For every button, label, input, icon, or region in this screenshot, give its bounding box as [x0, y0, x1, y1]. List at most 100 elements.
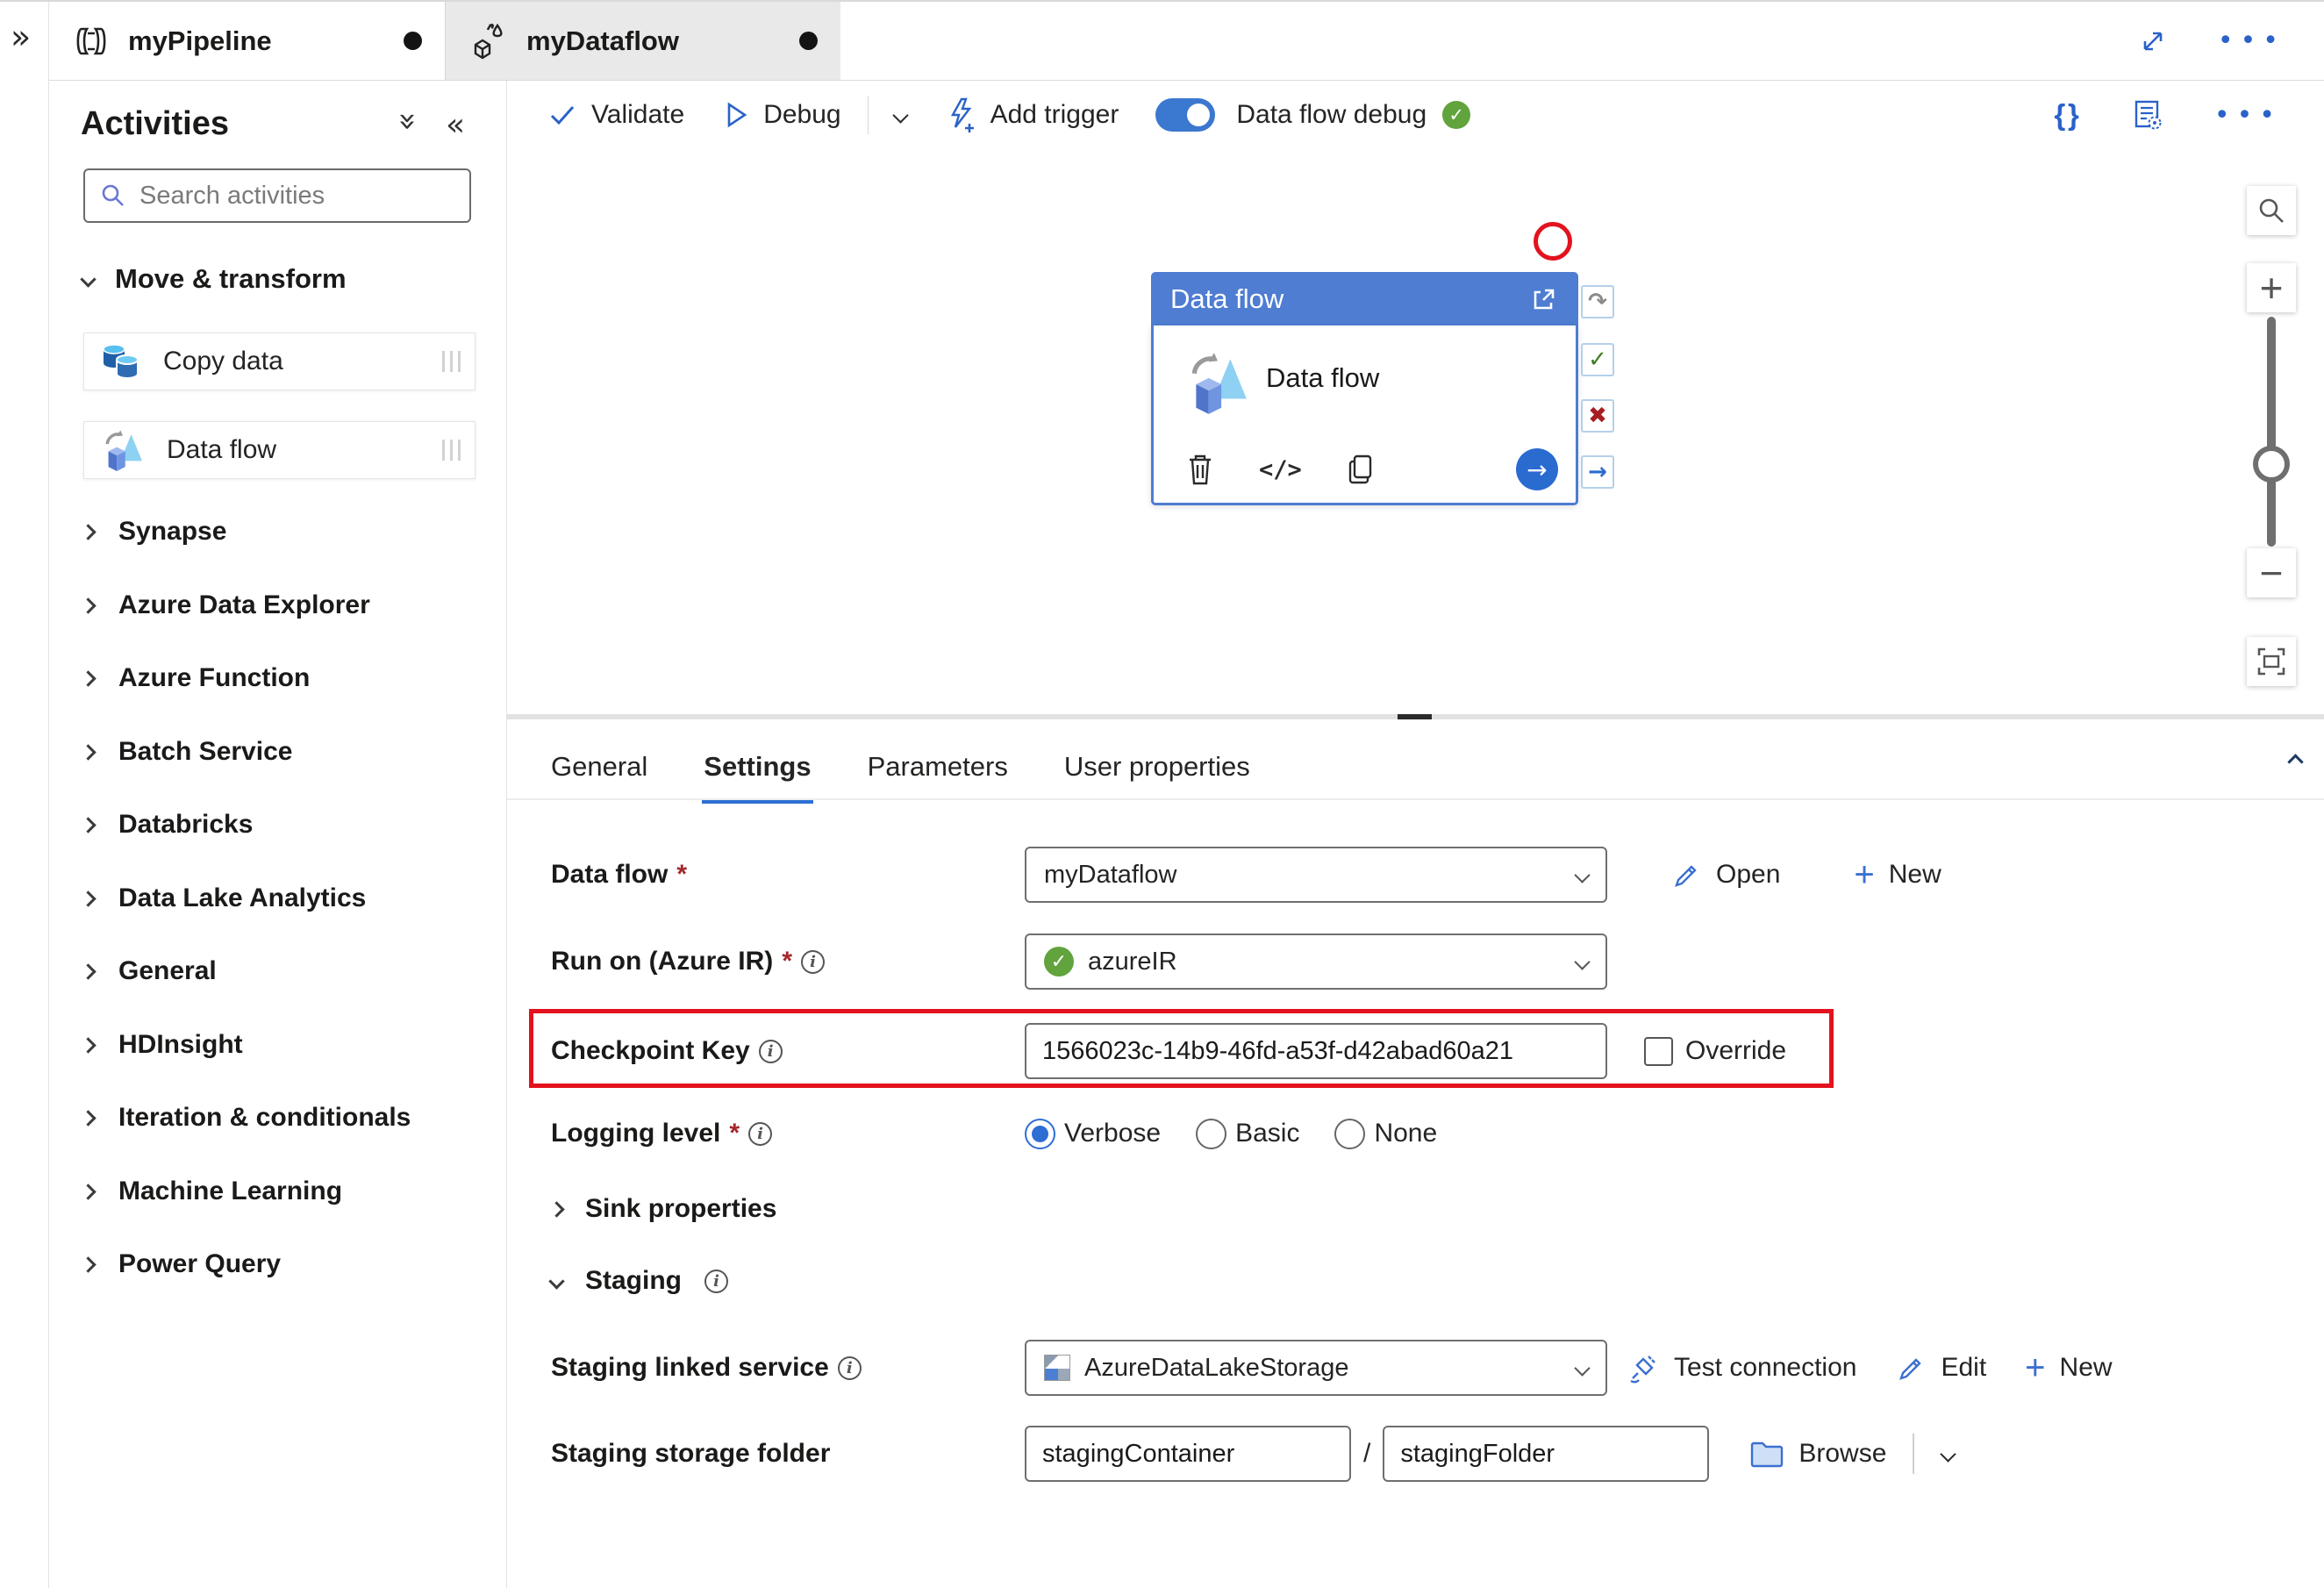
add-trigger-button[interactable]: Add trigger [947, 97, 1119, 132]
collapse-sidebar-icon[interactable]: « [446, 107, 465, 143]
delete-icon[interactable] [1185, 452, 1215, 487]
chevron-right-icon [80, 1036, 97, 1054]
debug-dropdown-chevron-icon[interactable] [891, 106, 909, 124]
category-azure-function[interactable]: Azure Function [80, 662, 310, 694]
validate-label: Validate [591, 100, 685, 129]
zoom-slider-track[interactable] [2267, 317, 2276, 547]
category-hdinsight[interactable]: HDInsight [80, 1029, 243, 1061]
more-options-icon[interactable]: ••• [2218, 25, 2285, 56]
open-dataflow-button[interactable]: Open [1670, 859, 1780, 891]
unsaved-changes-dot [404, 32, 422, 50]
expand-editor-icon[interactable] [2137, 25, 2169, 57]
tab-mydataflow[interactable]: myDataflow [445, 2, 840, 80]
adls-icon [1044, 1355, 1070, 1381]
chevron-right-icon [80, 816, 97, 833]
fail-state-icon[interactable]: ✖ [1581, 399, 1614, 433]
staging-expander[interactable]: Staging i [548, 1262, 728, 1300]
succeed-state-icon[interactable]: ✓ [1581, 343, 1614, 376]
category-power-query[interactable]: Power Query [80, 1248, 281, 1280]
dataflow-debug-toggle[interactable] [1155, 98, 1216, 132]
canvas-search-button[interactable] [2247, 186, 2296, 235]
category-general[interactable]: General [80, 955, 217, 987]
tab-mypipeline[interactable]: myPipeline [49, 2, 445, 80]
tab-user-properties[interactable]: User properties [1064, 751, 1250, 804]
category-machine-learning[interactable]: Machine Learning [80, 1176, 342, 1207]
category-batch-service[interactable]: Batch Service [80, 736, 292, 768]
search-icon [102, 184, 124, 206]
validate-button[interactable]: Validate [547, 100, 684, 130]
data-flow-dropdown[interactable]: myDataflow [1025, 847, 1607, 903]
open-dataflow-icon[interactable] [1529, 284, 1559, 314]
debug-button[interactable]: Debug [723, 100, 841, 130]
info-icon: i [837, 1356, 862, 1380]
radio-none[interactable] [1334, 1118, 1366, 1149]
tab-parameters[interactable]: Parameters [868, 751, 1008, 804]
zoom-in-button[interactable]: + [2247, 263, 2296, 312]
activity-copy-data[interactable]: Copy data [83, 333, 476, 390]
dataflow-activity-node[interactable]: Data flow Data flow </> → [1151, 272, 1578, 505]
pipeline-canvas[interactable]: Data flow Data flow </> → ↷ ✓ ✖ → + − [507, 150, 2324, 715]
zoom-slider-handle[interactable] [2253, 446, 2290, 483]
radio-verbose[interactable] [1025, 1118, 1055, 1149]
more-options-icon[interactable]: ••• [2214, 100, 2282, 131]
go-to-dataflow-button[interactable]: → [1516, 448, 1558, 490]
zoom-to-fit-button[interactable] [2247, 637, 2296, 686]
annotation-red-circle [1534, 222, 1572, 261]
category-azure-data-explorer[interactable]: Azure Data Explorer [80, 590, 370, 621]
dataflow-debug-label: Data flow debug [1236, 100, 1427, 129]
radio-verbose-label: Verbose [1064, 1119, 1162, 1148]
category-synapse[interactable]: Synapse [80, 516, 226, 547]
checkpoint-key-input[interactable] [1025, 1023, 1607, 1079]
label-text: Checkpoint Key [551, 1036, 750, 1065]
browse-button[interactable]: Browse [1749, 1439, 1886, 1469]
collapse-panel-icon[interactable] [2287, 754, 2304, 770]
sink-properties-expander[interactable]: Sink properties [548, 1190, 776, 1228]
staging-linked-service-value: AzureDataLakeStorage [1084, 1353, 1349, 1382]
run-on-dropdown[interactable]: ✓ azureIR [1025, 933, 1607, 990]
category-data-lake-analytics[interactable]: Data Lake Analytics [80, 883, 366, 914]
tab-settings[interactable]: Settings [702, 751, 813, 804]
skip-state-icon[interactable]: → [1581, 455, 1614, 489]
new-dataflow-button[interactable]: + New [1854, 857, 1941, 892]
field-row-staging-linked-service: Staging linked service i AzureDataLakeSt… [551, 1340, 2113, 1396]
staging-container-input[interactable] [1025, 1426, 1351, 1482]
toggle-knob [1187, 104, 1211, 126]
category-iteration-conditionals[interactable]: Iteration & conditionals [80, 1102, 411, 1134]
edit-linked-service-button[interactable]: Edit [1895, 1352, 1986, 1384]
plus-icon: + [1854, 855, 1875, 894]
rerun-state-icon[interactable]: ↷ [1581, 285, 1614, 318]
override-checkbox[interactable] [1644, 1036, 1673, 1066]
drag-handle[interactable] [442, 351, 461, 372]
field-row-data-flow: Data flow * myDataflow Open + New [551, 847, 1941, 903]
folder-icon [1751, 1441, 1784, 1468]
zoom-out-button[interactable]: − [2247, 548, 2296, 597]
debug-ready-check-icon: ✓ [1442, 101, 1471, 129]
radio-basic[interactable] [1196, 1118, 1227, 1149]
tabbar-actions: ••• [2137, 2, 2324, 80]
info-icon: i [748, 1121, 773, 1146]
code-icon[interactable]: </> [1259, 456, 1302, 483]
section-move-transform[interactable]: Move & transform [80, 263, 347, 295]
collapse-all-icon[interactable]: » [390, 111, 426, 131]
expand-left-nav-icon[interactable]: » [11, 18, 31, 56]
staging-folder-input[interactable] [1383, 1426, 1710, 1482]
browse-options-chevron-icon[interactable] [1940, 1445, 1957, 1463]
drag-handle[interactable] [442, 440, 461, 461]
panel-tabs-divider [507, 798, 2324, 800]
staging-storage-folder-label: Staging storage folder [551, 1439, 1025, 1469]
field-row-staging-storage-folder: Staging storage folder / Browse [551, 1426, 1957, 1482]
data-flow-value: myDataflow [1044, 860, 1177, 889]
settings-list-icon[interactable] [2130, 98, 2163, 132]
staging-linked-service-dropdown[interactable]: AzureDataLakeStorage [1025, 1340, 1607, 1396]
code-view-icon[interactable]: { } [2054, 98, 2078, 132]
test-connection-button[interactable]: Test connection [1627, 1351, 1856, 1384]
category-label: HDInsight [118, 1030, 243, 1059]
category-databricks[interactable]: Databricks [80, 809, 253, 840]
tab-label: myDataflow [526, 25, 679, 56]
clone-icon[interactable] [1346, 453, 1376, 486]
search-activities-box[interactable] [83, 168, 471, 223]
tab-general[interactable]: General [551, 751, 647, 804]
activity-data-flow[interactable]: Data flow [83, 421, 476, 479]
new-linked-service-button[interactable]: + New [2025, 1350, 2112, 1385]
search-activities-input[interactable] [139, 181, 429, 211]
